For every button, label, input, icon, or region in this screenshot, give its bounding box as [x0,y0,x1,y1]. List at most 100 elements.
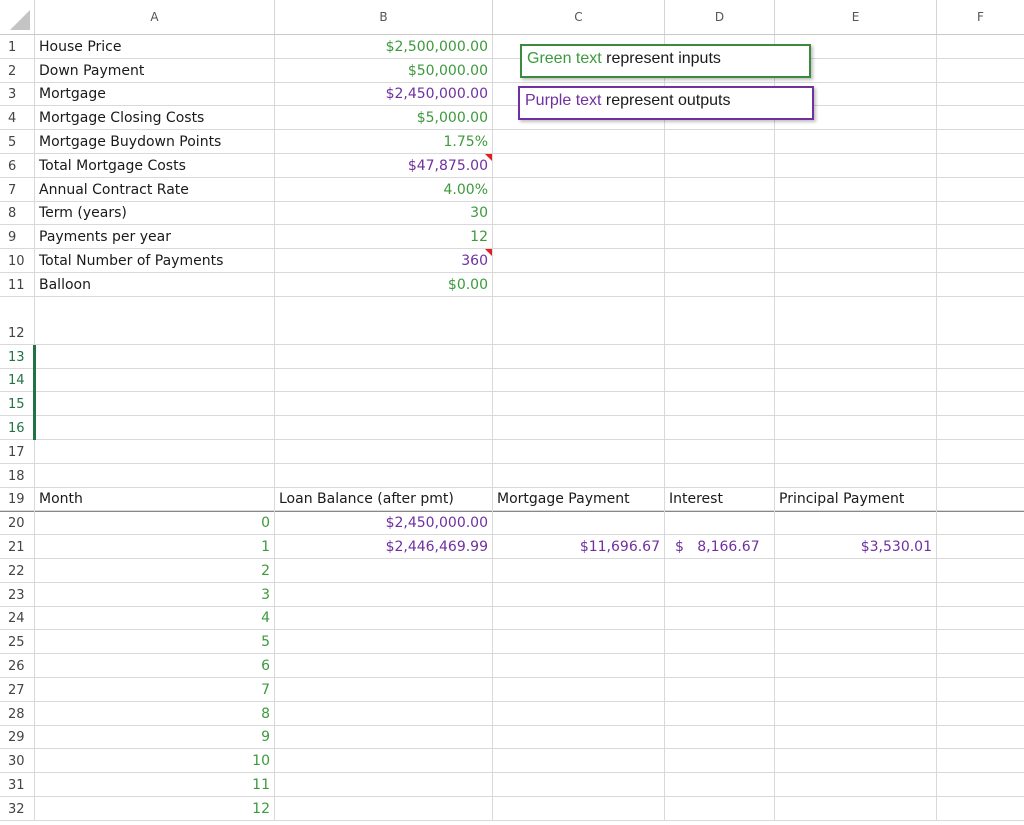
label-cell[interactable]: Total Mortgage Costs [34,154,274,177]
comment-indicator-icon[interactable] [485,154,492,161]
empty-cell[interactable] [936,368,1024,392]
loan-balance-cell[interactable] [274,559,492,582]
label-cell[interactable]: Mortgage [34,82,274,106]
row-number[interactable]: 30 [0,749,34,772]
empty-cell[interactable] [274,392,492,416]
row-number[interactable]: 1 [0,35,34,58]
column-header-d[interactable]: D [664,0,774,34]
value-cell[interactable]: 12 [274,225,492,249]
empty-cell[interactable] [492,201,664,225]
loan-balance-cell[interactable] [274,678,492,701]
value-cell[interactable]: $5,000.00 [274,106,492,130]
mortgage-payment-cell[interactable] [492,678,664,701]
empty-cell[interactable] [936,630,1024,654]
empty-cell[interactable] [774,440,936,463]
row-number[interactable]: 14 [0,369,34,392]
interest-cell[interactable] [664,678,774,701]
empty-cell[interactable] [492,296,664,344]
empty-cell[interactable] [936,58,1024,82]
loan-balance-cell[interactable] [274,654,492,677]
empty-cell[interactable] [664,201,774,225]
row-number[interactable]: 27 [0,678,34,701]
empty-cell[interactable] [936,106,1024,130]
empty-cell[interactable] [664,368,774,392]
empty-cell[interactable] [936,225,1024,249]
mortgage-payment-cell[interactable] [492,701,664,725]
empty-cell[interactable] [936,82,1024,106]
empty-cell[interactable] [774,249,936,272]
interest-cell[interactable] [664,725,774,749]
empty-cell[interactable] [936,296,1024,344]
column-header-b[interactable]: B [274,0,492,34]
label-cell[interactable]: House Price [34,35,274,58]
empty-cell[interactable] [936,535,1024,558]
row-number[interactable]: 21 [0,535,34,558]
mortgage-payment-cell[interactable] [492,630,664,654]
empty-cell[interactable] [664,130,774,153]
empty-cell[interactable] [34,463,274,487]
empty-cell[interactable] [936,201,1024,225]
loan-balance-cell[interactable] [274,725,492,749]
empty-cell[interactable] [274,344,492,368]
value-cell[interactable]: 4.00% [274,177,492,201]
row-number[interactable]: 22 [0,559,34,582]
row-number[interactable]: 5 [0,130,34,153]
empty-cell[interactable] [664,154,774,177]
empty-cell[interactable] [34,440,274,463]
label-cell[interactable]: Mortgage Closing Costs [34,106,274,130]
value-cell[interactable]: $2,500,000.00 [274,35,492,58]
label-cell[interactable]: Total Number of Payments [34,249,274,272]
value-cell[interactable]: $47,875.00 [274,154,492,177]
empty-cell[interactable] [274,296,492,344]
loan-balance-cell[interactable] [274,797,492,820]
row-number[interactable]: 28 [0,702,34,725]
empty-cell[interactable] [936,559,1024,582]
empty-cell[interactable] [936,654,1024,677]
empty-cell[interactable] [774,201,936,225]
interest-cell[interactable] [664,630,774,654]
principal-payment-cell[interactable] [774,725,936,749]
loan-balance-cell[interactable] [274,701,492,725]
empty-cell[interactable] [774,225,936,249]
loan-balance-cell[interactable]: $2,446,469.99 [274,535,492,558]
principal-payment-cell[interactable]: $3,530.01 [774,535,936,558]
principal-payment-cell[interactable] [774,797,936,820]
empty-cell[interactable] [492,392,664,416]
loan-balance-cell[interactable] [274,582,492,606]
loan-balance-cell[interactable] [274,773,492,796]
interest-cell[interactable] [664,701,774,725]
empty-cell[interactable] [774,273,936,296]
month-cell[interactable]: 7 [34,678,274,701]
empty-cell[interactable] [664,463,774,487]
mortgage-payment-cell[interactable] [492,511,664,535]
empty-cell[interactable] [774,130,936,153]
empty-cell[interactable] [34,296,274,344]
value-cell[interactable]: 360 [274,249,492,272]
mortgage-payment-cell[interactable] [492,773,664,796]
loan-balance-cell[interactable] [274,630,492,654]
empty-cell[interactable] [492,249,664,272]
label-cell[interactable]: Payments per year [34,225,274,249]
interest-cell[interactable] [664,559,774,582]
interest-cell[interactable] [664,511,774,535]
row-number[interactable]: 24 [0,607,34,630]
empty-cell[interactable] [274,368,492,392]
label-cell[interactable]: Mortgage Buydown Points [34,130,274,153]
row-number[interactable]: 16 [0,416,34,439]
empty-cell[interactable] [774,296,936,344]
month-cell[interactable]: 12 [34,797,274,820]
row-number[interactable]: 8 [0,202,34,225]
empty-cell[interactable] [936,154,1024,177]
empty-cell[interactable] [492,368,664,392]
column-header-a[interactable]: A [34,0,274,34]
principal-payment-cell[interactable] [774,678,936,701]
empty-cell[interactable] [34,416,274,439]
row-number[interactable]: 18 [0,464,34,487]
empty-cell[interactable] [492,177,664,201]
empty-cell[interactable] [492,463,664,487]
comment-indicator-icon[interactable] [485,249,492,257]
principal-payment-cell[interactable] [774,749,936,773]
row-number[interactable]: 12 [0,297,34,344]
empty-cell[interactable] [274,440,492,463]
empty-cell[interactable] [774,344,936,368]
